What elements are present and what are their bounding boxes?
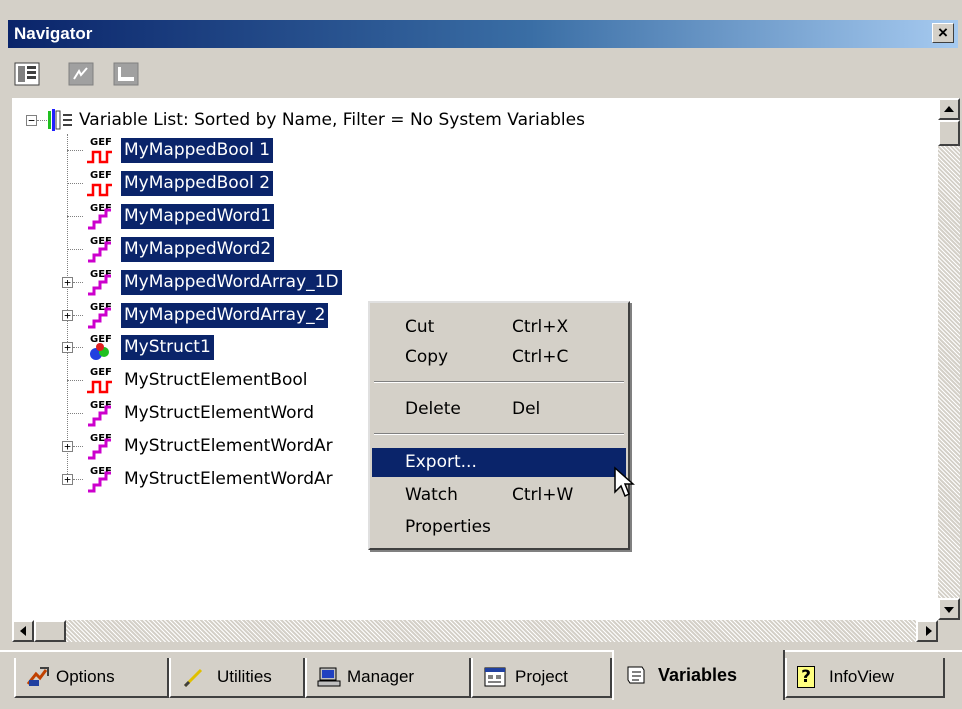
menu-separator	[374, 433, 624, 435]
arrow-right-icon	[926, 626, 932, 636]
gef-word-icon: GEF	[84, 465, 118, 493]
arrow-left-icon	[20, 626, 26, 636]
window-title: Navigator	[14, 24, 93, 43]
tree-item-label: MyStruct1	[121, 335, 214, 360]
tab-variables[interactable]: Variables	[612, 650, 785, 700]
tree-item-label: MyMappedWordArray_1D	[121, 270, 342, 295]
project-icon	[484, 667, 506, 687]
arrow-down-icon	[944, 607, 954, 613]
tree-view-icon[interactable]	[13, 61, 41, 87]
tab-infoview[interactable]: ? InfoView	[785, 658, 945, 698]
window-titlebar: Navigator ×	[8, 20, 958, 48]
tree-item-label: MyMappedWord2	[121, 237, 275, 262]
gef-bool-icon: GEF	[84, 366, 118, 394]
gef-struct-icon: GEF	[84, 333, 118, 361]
mouse-pointer-icon	[613, 466, 637, 500]
tree-item-label: MyStructElementWordAr	[124, 469, 333, 489]
tree-item-label: MyMappedBool 1	[121, 138, 274, 163]
navigator-tabs: Options Utilities Manager Project Variab…	[0, 650, 962, 709]
expand-toggle[interactable]: +	[62, 277, 73, 288]
menu-separator	[374, 381, 624, 383]
scroll-right-button[interactable]	[916, 620, 938, 642]
tree-item-label: MyMappedBool 2	[121, 171, 274, 196]
variable-list-icon	[46, 107, 76, 133]
tab-project[interactable]: Project	[471, 658, 612, 698]
tab-utilities[interactable]: Utilities	[169, 658, 305, 698]
gef-word-icon: GEF	[84, 301, 118, 329]
scroll-up-button[interactable]	[938, 98, 960, 120]
tab-options[interactable]: Options	[14, 658, 169, 698]
utilities-icon	[183, 668, 203, 688]
gef-word-icon: GEF	[84, 399, 118, 427]
menu-item-watch[interactable]: Watch Ctrl+W	[372, 481, 626, 510]
infoview-icon: ?	[797, 666, 815, 688]
expand-toggle[interactable]: +	[62, 342, 73, 353]
menu-item-export[interactable]: Export...	[372, 448, 626, 477]
svg-text:GEF: GEF	[90, 170, 112, 181]
menu-item-cut[interactable]: Cut Ctrl+X	[372, 313, 626, 342]
gef-bool-icon: GEF	[84, 136, 118, 164]
gef-word-icon: GEF	[84, 432, 118, 460]
menu-item-copy[interactable]: Copy Ctrl+C	[372, 343, 626, 372]
tree-root-label[interactable]: Variable List: Sorted by Name, Filter = …	[79, 108, 585, 133]
horizontal-scrollbar[interactable]	[12, 620, 938, 642]
close-button[interactable]: ×	[932, 23, 954, 43]
tree-item-label: MyMappedWordArray_2	[121, 303, 329, 328]
tab-manager[interactable]: Manager	[305, 658, 471, 698]
tree-item-label: MyStructElementBool	[124, 370, 308, 390]
variable-view-icon[interactable]	[67, 61, 95, 87]
gef-word-icon: GEF	[84, 268, 118, 296]
expand-toggle[interactable]: +	[62, 474, 73, 485]
variables-icon	[627, 666, 645, 684]
arrow-up-icon	[944, 106, 954, 112]
svg-text:GEF: GEF	[90, 367, 112, 378]
gef-word-icon: GEF	[84, 235, 118, 263]
menu-item-delete[interactable]: Delete Del	[372, 395, 626, 424]
svg-text:GEF: GEF	[90, 137, 112, 148]
expand-toggle[interactable]: +	[62, 441, 73, 452]
list-view-icon[interactable]	[112, 61, 140, 87]
scroll-thumb[interactable]	[938, 120, 960, 146]
options-icon	[26, 667, 49, 686]
gef-bool-icon: GEF	[84, 169, 118, 197]
context-menu: Cut Ctrl+X Copy Ctrl+C Delete Del Export…	[368, 301, 630, 550]
manager-icon	[317, 667, 341, 687]
gef-word-icon: GEF	[84, 202, 118, 230]
vertical-scrollbar[interactable]	[938, 98, 960, 620]
expand-toggle[interactable]: +	[62, 310, 73, 321]
close-icon: ×	[938, 23, 948, 42]
menu-item-properties[interactable]: Properties	[372, 513, 626, 542]
hscroll-thumb[interactable]	[34, 620, 66, 642]
scroll-corner	[938, 620, 960, 642]
tree-item-label: MyStructElementWord	[124, 403, 315, 423]
scroll-left-button[interactable]	[12, 620, 34, 642]
tree-item-label: MyStructElementWordAr	[124, 436, 333, 456]
collapse-toggle[interactable]: −	[26, 115, 37, 126]
scroll-down-button[interactable]	[938, 598, 960, 620]
tree-item-label: MyMappedWord1	[121, 204, 275, 229]
